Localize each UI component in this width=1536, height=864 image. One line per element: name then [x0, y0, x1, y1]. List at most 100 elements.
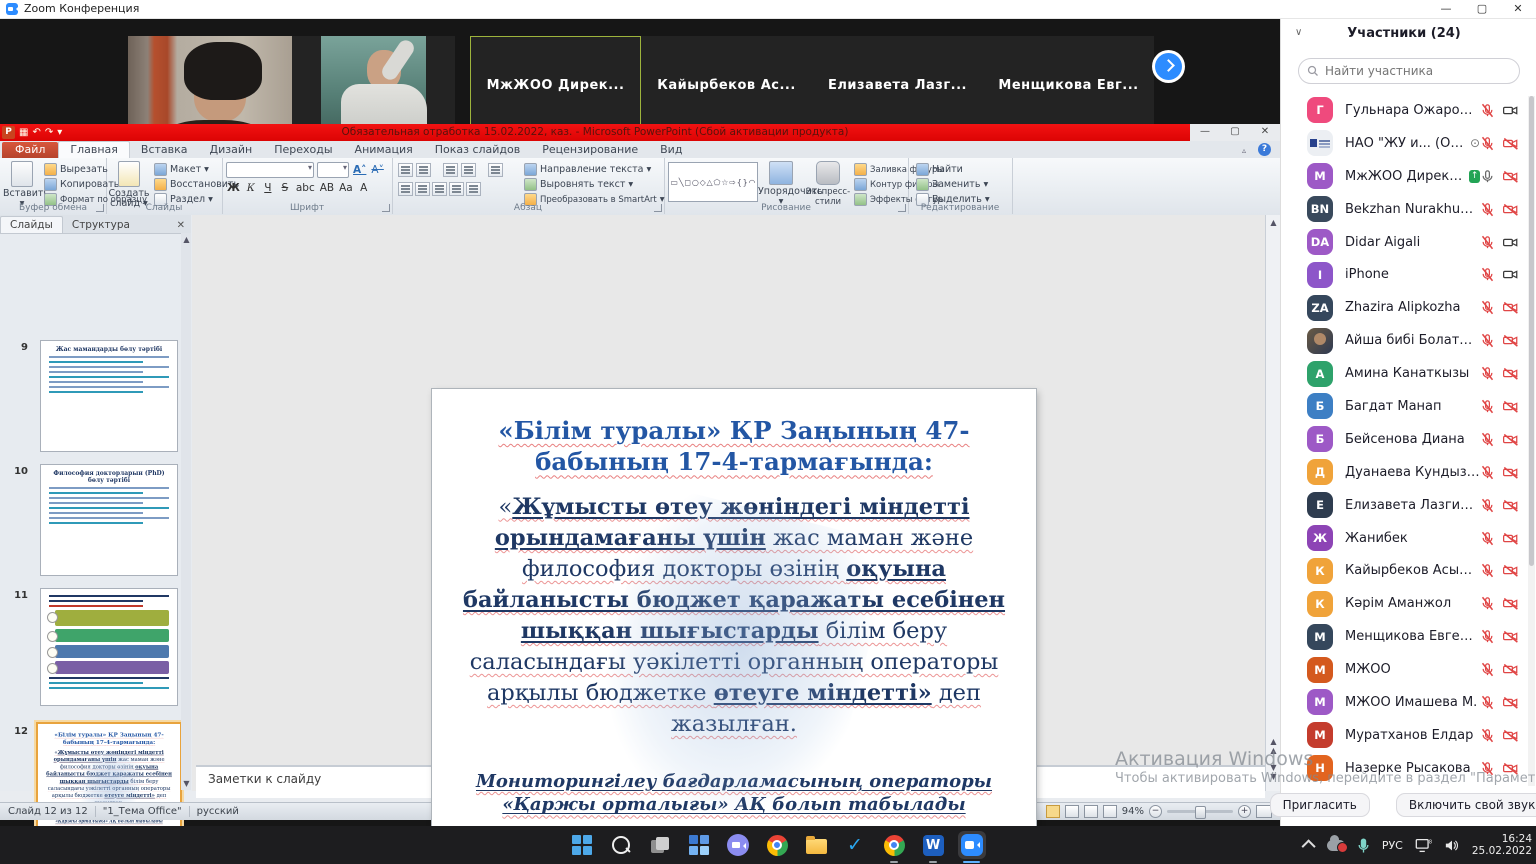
font-style-button[interactable]: К: [244, 182, 258, 194]
close-icon[interactable]: ✕: [1250, 124, 1280, 141]
search-input[interactable]: [1298, 58, 1520, 84]
participant-row[interactable]: ММЖОО Имашева М.: [1281, 686, 1529, 719]
pane-scrollbar[interactable]: ▲ ▼: [181, 233, 191, 790]
vertical-scrollbar[interactable]: ▲ ▲▲ ▼▼: [1265, 215, 1281, 791]
help-icon[interactable]: ?: [1258, 143, 1271, 156]
indent-decrease-icon[interactable]: [443, 163, 458, 177]
slide-thumbnail-10[interactable]: Философия докторларын (PhD) бөлу тәртібі: [40, 464, 178, 576]
replace-button[interactable]: Заменить ▾: [916, 178, 988, 191]
justify-icon[interactable]: [449, 182, 464, 196]
taskbar-button-check-app[interactable]: ✓: [843, 833, 867, 857]
layout-button[interactable]: Макет ▾: [154, 163, 209, 176]
zoom-in-icon[interactable]: +: [1238, 805, 1251, 818]
participant-row[interactable]: IiPhone: [1281, 258, 1529, 291]
paragraph-dialog-launcher[interactable]: [654, 204, 662, 212]
participant-row[interactable]: ГГульнара Ожарова (Я): [1281, 94, 1529, 127]
restore-icon[interactable]: ▢: [1220, 124, 1250, 141]
maximize-icon[interactable]: ▢: [1464, 0, 1500, 17]
find-button[interactable]: Найти: [916, 163, 963, 176]
taskbar-button-start[interactable]: [570, 833, 594, 857]
participant-row[interactable]: ББейсенова Диана: [1281, 423, 1529, 456]
font-style-button[interactable]: А: [357, 182, 371, 194]
cut-button[interactable]: Вырезать: [44, 163, 108, 176]
panel-scrollbar[interactable]: [1528, 96, 1535, 786]
drawing-dialog-launcher[interactable]: [898, 204, 906, 212]
participant-row[interactable]: ДДуанаева Кундыз БДҚ-411: [1281, 456, 1529, 489]
invite-button[interactable]: Пригласить: [1270, 793, 1370, 817]
arrange-button[interactable]: Упорядочить ▾: [758, 161, 804, 207]
close-pane-icon[interactable]: ✕: [171, 220, 191, 233]
minimize-icon[interactable]: —: [1428, 0, 1464, 17]
taskbar-button-chrome-2[interactable]: [882, 833, 906, 857]
font-size-combo[interactable]: [317, 162, 349, 178]
participant-row[interactable]: ZAZhazira Alipkozha: [1281, 291, 1529, 324]
shapes-gallery[interactable]: ▭╲◻○◇△⬠☆⇨{}◠: [668, 162, 758, 202]
zoom-slider[interactable]: [1167, 810, 1233, 813]
participant-row[interactable]: ЕЕлизавета Лазгиева: [1281, 489, 1529, 522]
font-style-button[interactable]: Ж: [226, 182, 241, 194]
ribbon-tab-4[interactable]: Переходы: [263, 142, 343, 158]
taskbar-button-task-view[interactable]: [648, 833, 672, 857]
participant-row[interactable]: НАО "ЖУ и... (Организатор)⊙: [1281, 127, 1529, 160]
new-slide-button[interactable]: Создать слайд ▾: [108, 161, 150, 209]
normal-view-icon[interactable]: [1046, 805, 1060, 818]
ribbon-tab-7[interactable]: Рецензирование: [531, 142, 649, 158]
next-videos-button[interactable]: [1155, 53, 1182, 80]
sorter-view-icon[interactable]: [1065, 805, 1079, 818]
participant-row[interactable]: Айша бибі Болатова: [1281, 324, 1529, 357]
text-direction-button[interactable]: Направление текста ▾: [524, 163, 651, 176]
microphone-icon[interactable]: [1357, 837, 1370, 854]
ribbon-tab-0[interactable]: Файл: [2, 142, 58, 158]
participant-row[interactable]: ММЖОО: [1281, 653, 1529, 686]
font-style-button[interactable]: Ч: [261, 182, 275, 194]
align-text-button[interactable]: Выровнять текст ▾: [524, 178, 633, 191]
participant-row[interactable]: DADidar Aigali: [1281, 226, 1529, 259]
collapse-ribbon-icon[interactable]: ▵: [1242, 146, 1246, 155]
font-style-button[interactable]: S: [278, 182, 292, 194]
tray-chevron-icon[interactable]: [1301, 839, 1315, 853]
clipboard-dialog-launcher[interactable]: [96, 204, 104, 212]
clock[interactable]: 16:24 25.02.2022: [1472, 833, 1532, 858]
align-right-icon[interactable]: [432, 182, 447, 196]
taskbar-button-explorer[interactable]: [804, 833, 828, 857]
participant-row[interactable]: ЖЖанибек: [1281, 522, 1529, 555]
taskbar-button-search[interactable]: [609, 833, 633, 857]
numbering-icon[interactable]: [416, 163, 431, 177]
onedrive-icon[interactable]: [1327, 840, 1345, 851]
taskbar-button-zoom[interactable]: [960, 833, 984, 857]
minimize-icon[interactable]: —: [1190, 124, 1220, 141]
list-buttons[interactable]: [398, 163, 503, 177]
taskbar-button-chrome[interactable]: [765, 833, 789, 857]
participant-row[interactable]: ААмина Канаткызы: [1281, 357, 1529, 390]
shrink-font-icon[interactable]: A˅: [370, 164, 384, 176]
slide-thumbnail-9[interactable]: Жас мамандарды бөлу тәртібі: [40, 340, 178, 452]
quick-styles-button[interactable]: Экспресс-стили: [804, 161, 852, 207]
line-spacing-icon[interactable]: [488, 163, 503, 177]
participant-row[interactable]: ММенщикова Евгения: [1281, 620, 1529, 653]
align-left-icon[interactable]: [398, 182, 413, 196]
scroll-up-icon[interactable]: ▲: [181, 235, 192, 244]
font-style-button[interactable]: Аа: [338, 182, 354, 194]
taskbar-button-word[interactable]: W: [921, 833, 945, 857]
ribbon-tab-2[interactable]: Вставка: [130, 142, 199, 158]
ribbon-tab-8[interactable]: Вид: [649, 142, 693, 158]
bullets-icon[interactable]: [398, 163, 413, 177]
participant-row[interactable]: ККайырбеков Асылбек: [1281, 554, 1529, 587]
language-indicator[interactable]: РУС: [1382, 839, 1403, 852]
ribbon-tab-5[interactable]: Анимация: [344, 142, 424, 158]
font-name-combo[interactable]: [226, 162, 314, 178]
font-style-button[interactable]: abc: [295, 182, 316, 194]
network-icon[interactable]: 8: [1415, 838, 1432, 853]
reading-view-icon[interactable]: [1084, 805, 1098, 818]
slide-thumbnail-11[interactable]: [40, 588, 178, 706]
participant-row[interactable]: ММуратханов Елдар: [1281, 719, 1529, 752]
font-style-button[interactable]: АВ: [319, 182, 335, 194]
slideshow-view-icon[interactable]: [1103, 805, 1117, 818]
scroll-down-icon[interactable]: ▼: [181, 779, 192, 788]
align-center-icon[interactable]: [415, 182, 430, 196]
speaker-icon[interactable]: [1444, 838, 1460, 853]
ribbon-tab-3[interactable]: Дизайн: [199, 142, 264, 158]
current-slide[interactable]: «Білім туралы» ҚР Заңының 47- бабының 17…: [432, 389, 1036, 841]
tab-outline[interactable]: Структура: [63, 217, 139, 233]
taskbar-button-widgets[interactable]: [687, 833, 711, 857]
